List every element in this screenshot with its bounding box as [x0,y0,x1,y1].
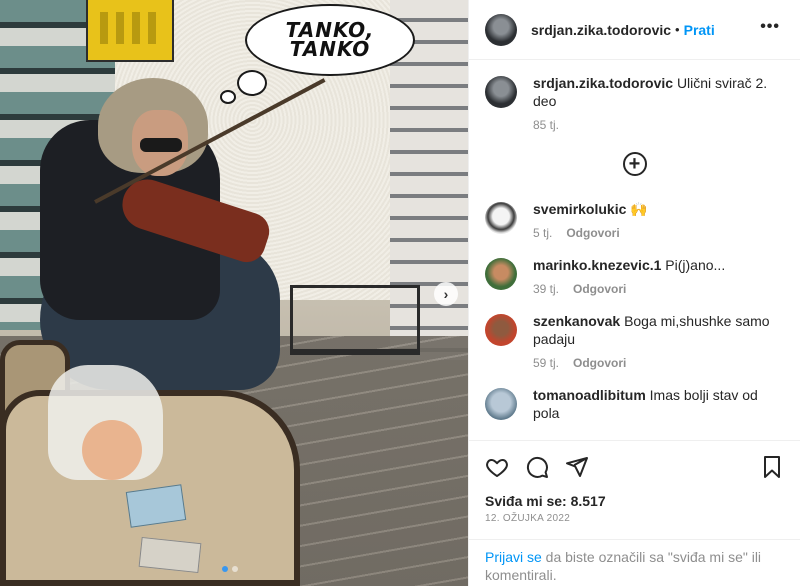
comment-item: svemirkolukic 🙌 5 tj. Odgovori [485,200,784,240]
comment-item: tomanoadlibitum Imas bolji stav od pola [485,386,784,422]
comment-meta: 59 tj. Odgovori [533,356,784,370]
comment-body: tomanoadlibitum Imas bolji stav od pola [533,386,784,422]
comment-text: szenkanovak Boga mi,shushke samo padaju [533,312,784,348]
speech-bubble-puff [220,90,236,104]
image-sign [86,0,174,62]
avatar[interactable] [485,258,517,290]
comment-item: szenkanovak Boga mi,shushke samo padaju … [485,312,784,370]
comment-content: 🙌 [630,201,648,217]
post-actions: Sviđa mi se: 8.517 12. OŽUJKA 2022 Prija… [469,440,800,586]
share-icon[interactable] [565,455,589,479]
comment-item: marinko.knezevic.1 Pi(j)ano... 39 tj. Od… [485,256,784,296]
carousel-dot [232,566,238,572]
comment-username[interactable]: szenkanovak [533,313,620,329]
comment-time[interactable]: 5 tj. [533,226,552,240]
caption-body: srdjan.zika.todorovic Ulični svirač 2. d… [533,74,784,132]
carousel-dot-active [222,566,228,572]
caption-meta: 85 tj. [533,118,784,132]
image-banknote [125,484,187,528]
comment-text: marinko.knezevic.1 Pi(j)ano... [533,256,784,274]
load-more-comments: + [485,152,784,176]
caption-username[interactable]: srdjan.zika.todorovic [533,75,673,91]
comment-text: tomanoadlibitum Imas bolji stav od pola [533,386,784,422]
avatar[interactable] [485,388,517,420]
reply-button[interactable]: Odgovori [573,282,626,296]
instagram-post-modal: TANKO, TANKO › srdjan.zika.todorovic • P… [0,0,800,586]
comment-text: svemirkolukic 🙌 [533,200,784,218]
caption-text: srdjan.zika.todorovic Ulični svirač 2. d… [533,74,784,110]
plus-circle-icon[interactable]: + [622,152,647,176]
post-image[interactable]: TANKO, TANKO › [0,0,468,586]
comment-username[interactable]: tomanoadlibitum [533,387,646,403]
heart-icon[interactable] [485,455,509,479]
speech-bubble: TANKO, TANKO [245,4,415,76]
avatar[interactable] [485,13,517,46]
image-bottle [82,420,142,480]
speech-bubble-puff [237,70,267,96]
avatar[interactable] [485,76,517,108]
comment-body: szenkanovak Boga mi,shushke samo padaju … [533,312,784,370]
action-icons [469,441,800,479]
likes-count[interactable]: Sviđa mi se: 8.517 [469,479,800,509]
caption-time[interactable]: 85 tj. [533,118,559,132]
username-link[interactable]: srdjan.zika.todorovic [531,22,671,38]
image-tram-stop [290,285,420,355]
bookmark-icon[interactable] [760,455,784,479]
avatar[interactable] [485,314,517,346]
carousel-dots [222,566,238,572]
post-header: srdjan.zika.todorovic • Prati ••• [469,0,800,60]
chevron-right-icon: › [443,286,449,302]
image-banknote [138,536,202,574]
comment-body: svemirkolukic 🙌 5 tj. Odgovori [533,200,784,240]
login-prompt: Prijavi se da biste označili sa "sviđa m… [469,539,800,586]
speech-bubble-text: TANKO, TANKO [285,18,375,61]
post-sidebar: srdjan.zika.todorovic • Prati ••• srdjan… [468,0,800,586]
next-image-button[interactable]: › [434,282,458,306]
separator-dot: • [675,22,680,37]
follow-button[interactable]: Prati [684,22,715,38]
comment-content: Pi(j)ano... [665,257,726,273]
caption: srdjan.zika.todorovic Ulični svirač 2. d… [485,74,784,132]
comment-time[interactable]: 59 tj. [533,356,559,370]
comment-username[interactable]: svemirkolukic [533,201,626,217]
post-date[interactable]: 12. OŽUJKA 2022 [469,509,800,524]
login-link[interactable]: Prijavi se [485,549,542,565]
reply-button[interactable]: Odgovori [566,226,619,240]
comments-list[interactable]: srdjan.zika.todorovic Ulični svirač 2. d… [469,60,800,440]
comment-meta: 5 tj. Odgovori [533,226,784,240]
comment-icon[interactable] [525,455,549,479]
reply-button[interactable]: Odgovori [573,356,626,370]
comment-username[interactable]: marinko.knezevic.1 [533,257,661,273]
avatar[interactable] [485,202,517,234]
comment-meta: 39 tj. Odgovori [533,282,784,296]
image-sunglasses [140,138,182,152]
comment-body: marinko.knezevic.1 Pi(j)ano... 39 tj. Od… [533,256,784,296]
comment-time[interactable]: 39 tj. [533,282,559,296]
more-options-icon[interactable]: ••• [760,18,780,36]
